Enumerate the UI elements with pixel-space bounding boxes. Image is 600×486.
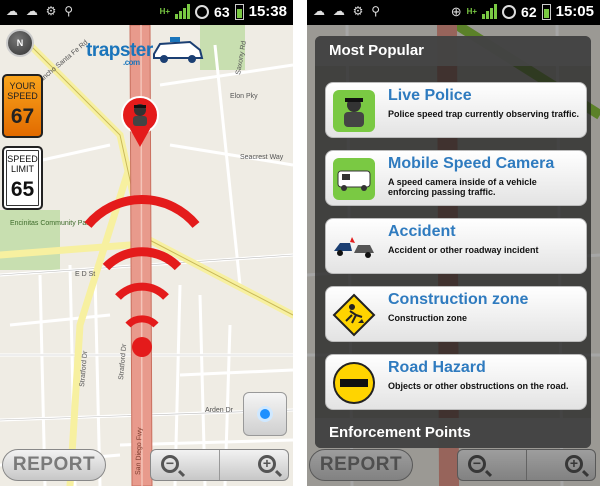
option-description: Construction zone [388, 313, 467, 323]
hazard-sign-icon [333, 362, 375, 404]
accident-icon [334, 237, 374, 258]
alarm-icon [195, 4, 210, 19]
alarm-icon [502, 4, 517, 19]
location-dot-icon [257, 406, 273, 422]
clock: 15:05 [555, 3, 594, 20]
report-button[interactable]: REPORT [2, 449, 106, 481]
report-option-mobile-speed-camera[interactable]: Mobile Speed Camera A speed camera insid… [325, 150, 587, 206]
gps-icon: ⊕ [450, 3, 462, 19]
option-description: Accident or other roadway incident [388, 245, 539, 255]
option-description: A speed camera inside of a vehicle enfor… [388, 177, 537, 197]
limit-label: SPEED LIMIT [7, 154, 38, 174]
option-title: Live Police [388, 87, 472, 104]
option-title: Mobile Speed Camera [388, 155, 555, 172]
street-label: E D St [75, 271, 95, 278]
clock: 15:38 [248, 3, 287, 20]
my-location-button[interactable] [243, 392, 287, 436]
option-description: Police speed trap currently observing tr… [388, 109, 580, 119]
report-type-dialog: Most Popular Live Police Police speed tr… [315, 36, 591, 448]
zoom-controls: − + [150, 449, 289, 481]
dialog-section-footer[interactable]: Enforcement Points [315, 418, 591, 448]
map-screen: ☁ ☁ ⚙ ⚲ H+ 63 15:38 Saxony Rd Elon Pky S… [0, 0, 293, 486]
status-bar: ☁ ☁ ⚙ ⚲ ⊕ H+ 62 15:05 [307, 0, 600, 25]
zoom-out-icon: − [161, 455, 179, 473]
police-car-logo-icon [153, 37, 204, 63]
signal-icon [175, 4, 191, 19]
trapster-logo: trapster .com [86, 40, 153, 67]
camera-van-icon [333, 158, 375, 200]
street-label: Elon Pky [230, 93, 258, 100]
status-bar: ☁ ☁ ⚙ ⚲ H+ 63 15:38 [0, 0, 293, 25]
report-menu-screen: ☁ ☁ ⚙ ⚲ ⊕ H+ 62 15:05 REPORT − + Most Po… [307, 0, 600, 486]
signal-icon [482, 4, 498, 19]
network-type: H+ [159, 6, 171, 16]
zoom-in-icon: + [258, 455, 276, 473]
police-officer-icon [333, 90, 375, 132]
battery-icon [541, 3, 551, 20]
option-title: Road Hazard [388, 359, 486, 376]
speed-value: 67 [10, 105, 35, 128]
park-label: Encinitas Community Park [10, 220, 93, 227]
option-description: Objects or other obstructions on the roa… [388, 381, 569, 391]
speed-label: YOUR SPEED [7, 81, 38, 101]
option-title: Accident [388, 223, 456, 240]
battery-level: 63 [214, 3, 230, 20]
limit-value: 65 [10, 178, 35, 201]
battery-level: 62 [521, 3, 537, 20]
zoom-out-button[interactable]: − [151, 450, 220, 480]
current-speed-display: YOUR SPEED 67 [2, 74, 43, 138]
report-option-live-police[interactable]: Live Police Police speed trap currently … [325, 82, 587, 138]
compass-icon[interactable]: N [6, 29, 34, 57]
dialog-header: Most Popular [315, 36, 591, 66]
battery-icon [234, 3, 244, 20]
street-label: Arden Dr [205, 407, 234, 414]
notification-icons: ☁ ☁ ⚙ ⚲ [6, 4, 75, 18]
report-option-road-hazard[interactable]: Road Hazard Objects or other obstruction… [325, 354, 587, 410]
report-option-accident[interactable]: Accident Accident or other roadway incid… [325, 218, 587, 274]
construction-sign-icon [332, 293, 376, 337]
street-label: Seacrest Way [240, 154, 284, 161]
speed-limit-sign: SPEED LIMIT 65 [2, 146, 43, 210]
zoom-in-button[interactable]: + [220, 450, 288, 480]
notification-icons: ☁ ☁ ⚙ ⚲ [313, 4, 382, 18]
report-option-construction-zone[interactable]: Construction zone Construction zone [325, 286, 587, 342]
network-type: H+ [466, 6, 478, 16]
option-title: Construction zone [388, 291, 529, 308]
